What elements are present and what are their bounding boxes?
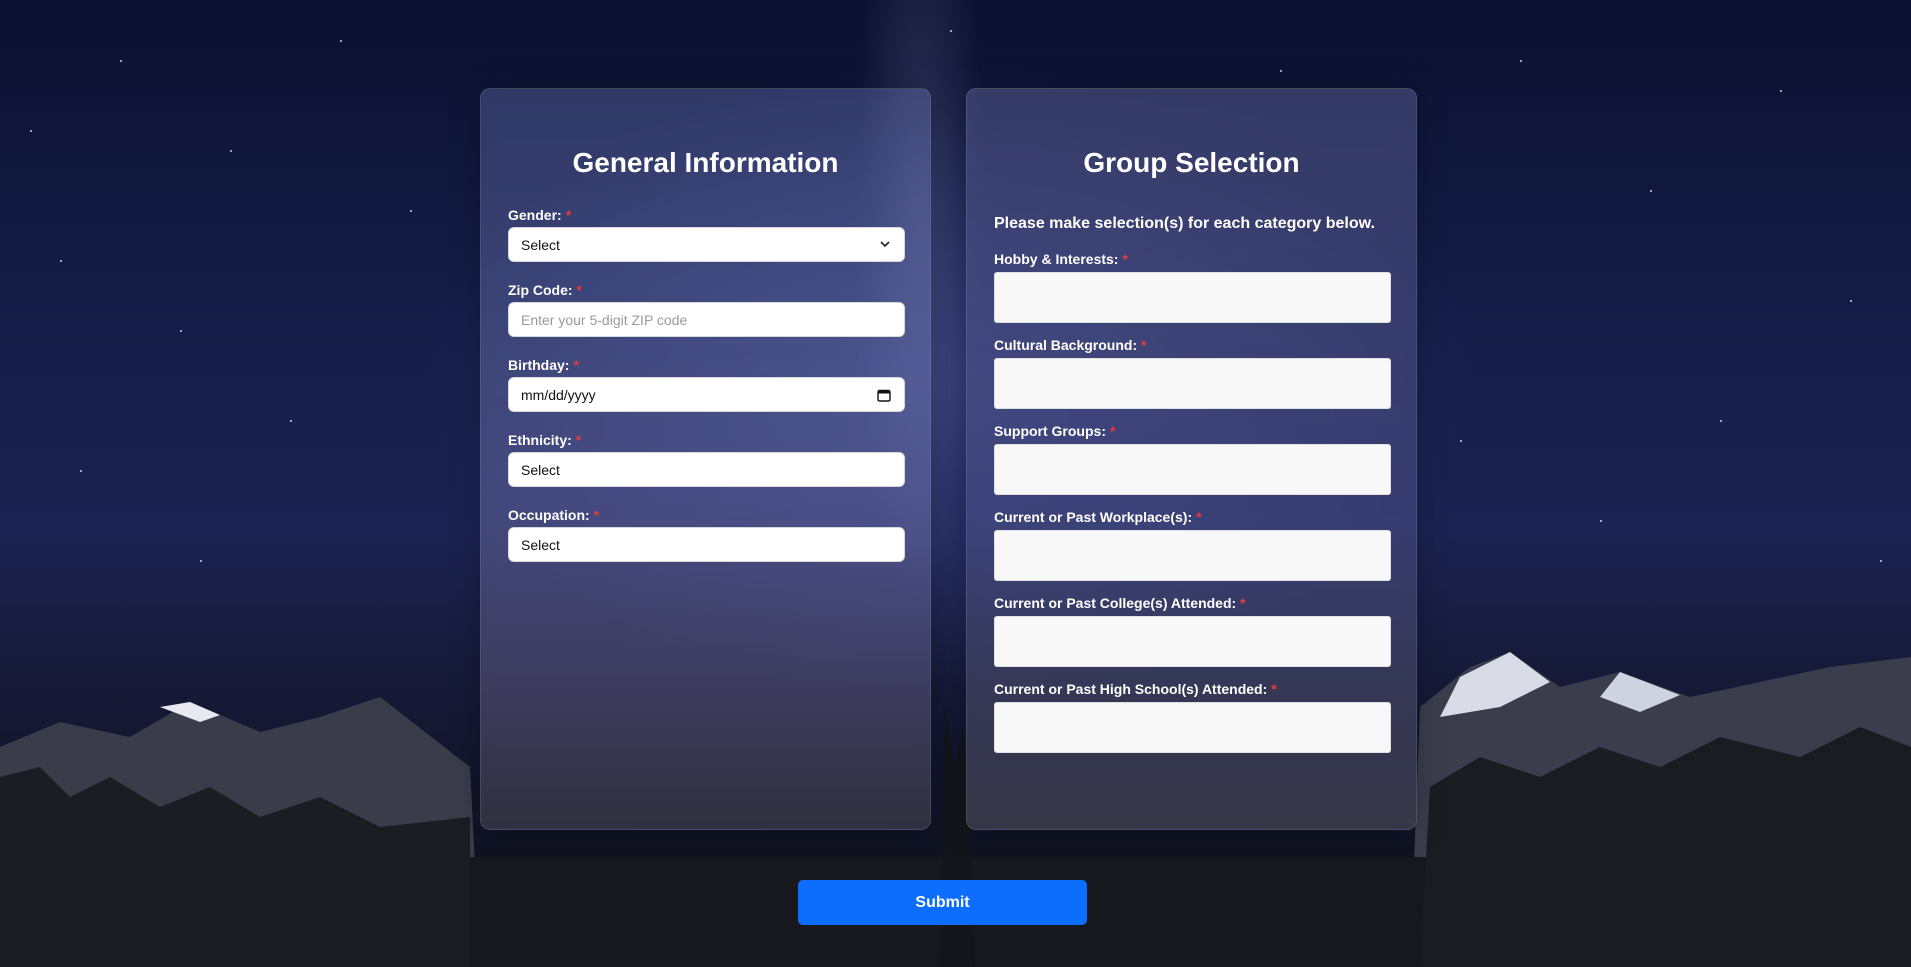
required-asterisk: * xyxy=(1240,595,1246,611)
workplace-field: Current or Past Workplace(s): * xyxy=(994,509,1391,581)
occupation-select-value: Select xyxy=(521,536,560,553)
college-multiselect[interactable] xyxy=(994,616,1391,667)
birthday-field: Birthday: * mm/dd/yyyy xyxy=(508,357,905,412)
cultural-background-label: Cultural Background: * xyxy=(994,337,1147,353)
submit-button[interactable]: Submit xyxy=(798,880,1087,925)
required-asterisk: * xyxy=(593,507,600,523)
general-information-title: General Information xyxy=(572,147,839,178)
zip-code-field: Zip Code: * Enter your 5-digit ZIP code xyxy=(508,282,905,337)
required-asterisk: * xyxy=(576,282,582,298)
ethnicity-select[interactable]: Select xyxy=(508,452,905,487)
support-groups-multiselect[interactable] xyxy=(994,444,1391,495)
birthday-date-input[interactable]: mm/dd/yyyy xyxy=(508,377,905,412)
birthday-date-value: mm/dd/yyyy xyxy=(521,386,596,403)
gender-label: Gender: * xyxy=(508,207,572,223)
required-asterisk: * xyxy=(1196,509,1202,525)
required-asterisk: * xyxy=(573,357,579,373)
zip-code-label: Zip Code: * xyxy=(508,282,582,298)
hobby-interests-field: Hobby & Interests: * xyxy=(994,251,1391,323)
occupation-select[interactable]: Select xyxy=(508,527,905,562)
workplace-multiselect[interactable] xyxy=(994,530,1391,581)
starry-sky-background xyxy=(0,0,1911,967)
zip-code-input[interactable]: Enter your 5-digit ZIP code xyxy=(508,302,905,337)
group-selection-title: Group Selection xyxy=(1083,147,1300,178)
calendar-icon[interactable] xyxy=(877,388,891,402)
college-field: Current or Past College(s) Attended: * xyxy=(994,595,1391,667)
general-information-form: Gender: * Select Zip Code: * Enter your 5-… xyxy=(508,207,905,562)
workplace-label: Current or Past Workplace(s): * xyxy=(994,509,1202,525)
required-asterisk: * xyxy=(575,432,582,448)
ethnicity-select-value: Select xyxy=(521,461,560,478)
ethnicity-field: Ethnicity: * Select xyxy=(508,432,905,487)
ethnicity-label: Ethnicity: * xyxy=(508,432,582,448)
group-selection-fields: Hobby & Interests: * Cultural Background:… xyxy=(994,251,1391,753)
gender-select[interactable]: Select xyxy=(508,227,905,262)
zip-code-placeholder: Enter your 5-digit ZIP code xyxy=(521,311,688,328)
group-selection-instructions: Please make selection(s) for each catego… xyxy=(994,215,1375,232)
high-school-multiselect[interactable] xyxy=(994,702,1391,753)
required-asterisk: * xyxy=(565,207,572,223)
college-label: Current or Past College(s) Attended: * xyxy=(994,595,1246,611)
hobby-interests-label: Hobby & Interests: * xyxy=(994,251,1128,267)
birthday-label: Birthday: * xyxy=(508,357,579,373)
gender-select-value: Select xyxy=(521,236,560,253)
high-school-label: Current or Past High School(s) Attended:… xyxy=(994,681,1277,697)
general-information-panel: General Information Gender: * Select Zip … xyxy=(480,88,931,830)
required-asterisk: * xyxy=(1271,681,1277,697)
cultural-background-multiselect[interactable] xyxy=(994,358,1391,409)
gender-field: Gender: * Select xyxy=(508,207,905,262)
group-selection-panel: Group Selection Please make selection(s)… xyxy=(966,88,1417,830)
cultural-background-field: Cultural Background: * xyxy=(994,337,1391,409)
occupation-field: Occupation: * Select xyxy=(508,507,905,562)
chevron-down-icon xyxy=(880,241,890,248)
required-asterisk: * xyxy=(1141,337,1147,353)
high-school-field: Current or Past High School(s) Attended:… xyxy=(994,681,1391,753)
required-asterisk: * xyxy=(1122,251,1128,267)
hobby-interests-multiselect[interactable] xyxy=(994,272,1391,323)
support-groups-field: Support Groups: * xyxy=(994,423,1391,495)
occupation-label: Occupation: * xyxy=(508,507,600,523)
support-groups-label: Support Groups: * xyxy=(994,423,1116,439)
required-asterisk: * xyxy=(1110,423,1116,439)
